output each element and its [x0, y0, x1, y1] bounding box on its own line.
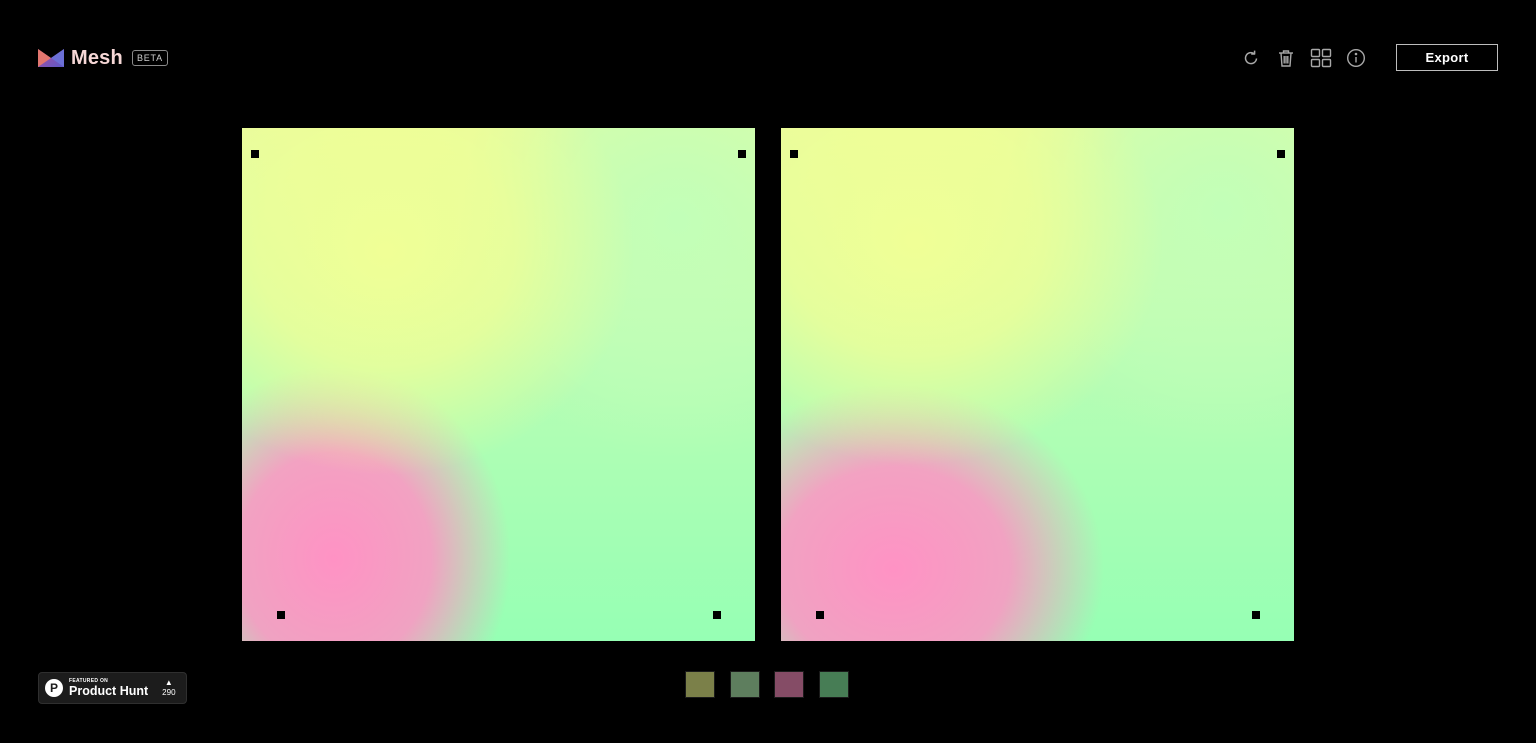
color-swatches [685, 671, 863, 698]
beta-badge: BETA [131, 50, 168, 66]
product-hunt-votes: ▲ 290 [162, 679, 175, 697]
product-hunt-badge[interactable]: P FEATURED ON Product Hunt ▲ 290 [38, 672, 187, 704]
control-point-bottom-right[interactable] [713, 611, 721, 619]
product-hunt-name: Product Hunt [69, 683, 149, 698]
gradient-fill [242, 128, 755, 641]
control-point-top-right[interactable] [1277, 150, 1285, 158]
refresh-button[interactable] [1238, 45, 1264, 71]
delete-button[interactable] [1273, 45, 1299, 71]
color-swatch[interactable] [818, 671, 849, 698]
color-swatch[interactable] [685, 671, 715, 698]
color-swatch[interactable] [774, 671, 804, 698]
control-point-bottom-right[interactable] [1252, 611, 1260, 619]
grid-icon [1310, 48, 1332, 68]
mesh-canvas-left[interactable] [242, 128, 755, 641]
control-point-top-left[interactable] [251, 150, 259, 158]
layout-grid-button[interactable] [1308, 45, 1334, 71]
control-point-bottom-left[interactable] [277, 611, 285, 619]
brand: Mesh BETA [38, 44, 168, 72]
toolbar [1238, 44, 1378, 72]
info-icon [1346, 48, 1366, 68]
product-hunt-text: FEATURED ON Product Hunt [69, 677, 149, 698]
upvote-arrow-icon: ▲ [164, 678, 173, 687]
mesh-canvas-right[interactable] [781, 128, 1294, 641]
app-name: Mesh [71, 46, 123, 69]
control-point-bottom-left[interactable] [816, 611, 824, 619]
info-button[interactable] [1343, 45, 1369, 71]
trash-icon [1279, 50, 1293, 67]
product-hunt-logo-icon: P [45, 679, 63, 697]
gradient-fill [781, 128, 1294, 641]
featured-on-label: FEATURED ON [69, 677, 109, 684]
color-swatch[interactable] [729, 671, 760, 698]
export-button[interactable]: Export [1396, 44, 1498, 71]
control-point-top-right[interactable] [738, 150, 746, 158]
refresh-icon [1244, 50, 1258, 65]
vote-count: 290 [162, 688, 176, 697]
control-point-top-left[interactable] [790, 150, 798, 158]
app-root: Mesh BETA Export P FEATURED ON Product H… [0, 0, 1536, 743]
mesh-logo-icon [38, 49, 64, 67]
